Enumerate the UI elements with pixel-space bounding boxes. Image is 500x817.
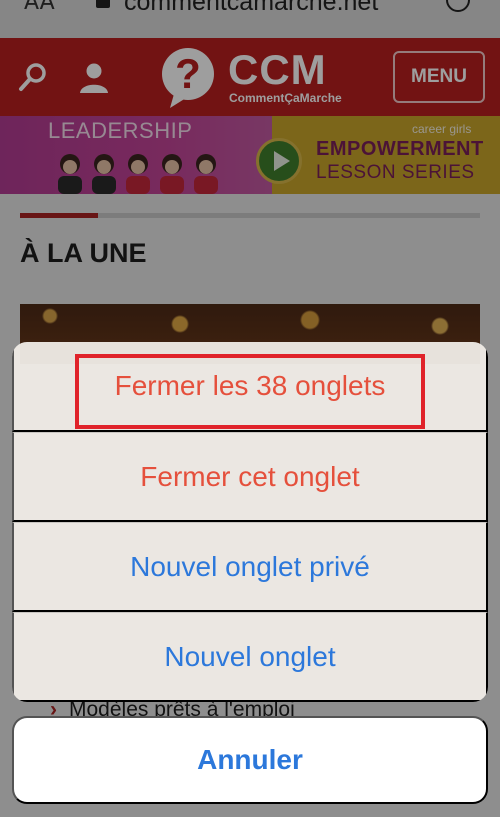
new-tab-button[interactable]: Nouvel onglet xyxy=(12,612,488,702)
close-all-tabs-button[interactable]: Fermer les 38 onglets xyxy=(12,342,488,432)
close-this-tab-button[interactable]: Fermer cet onglet xyxy=(12,432,488,522)
action-sheet: Fermer les 38 onglets Fermer cet onglet … xyxy=(12,342,488,702)
new-private-tab-button[interactable]: Nouvel onglet privé xyxy=(12,522,488,612)
cancel-button[interactable]: Annuler xyxy=(12,716,488,804)
